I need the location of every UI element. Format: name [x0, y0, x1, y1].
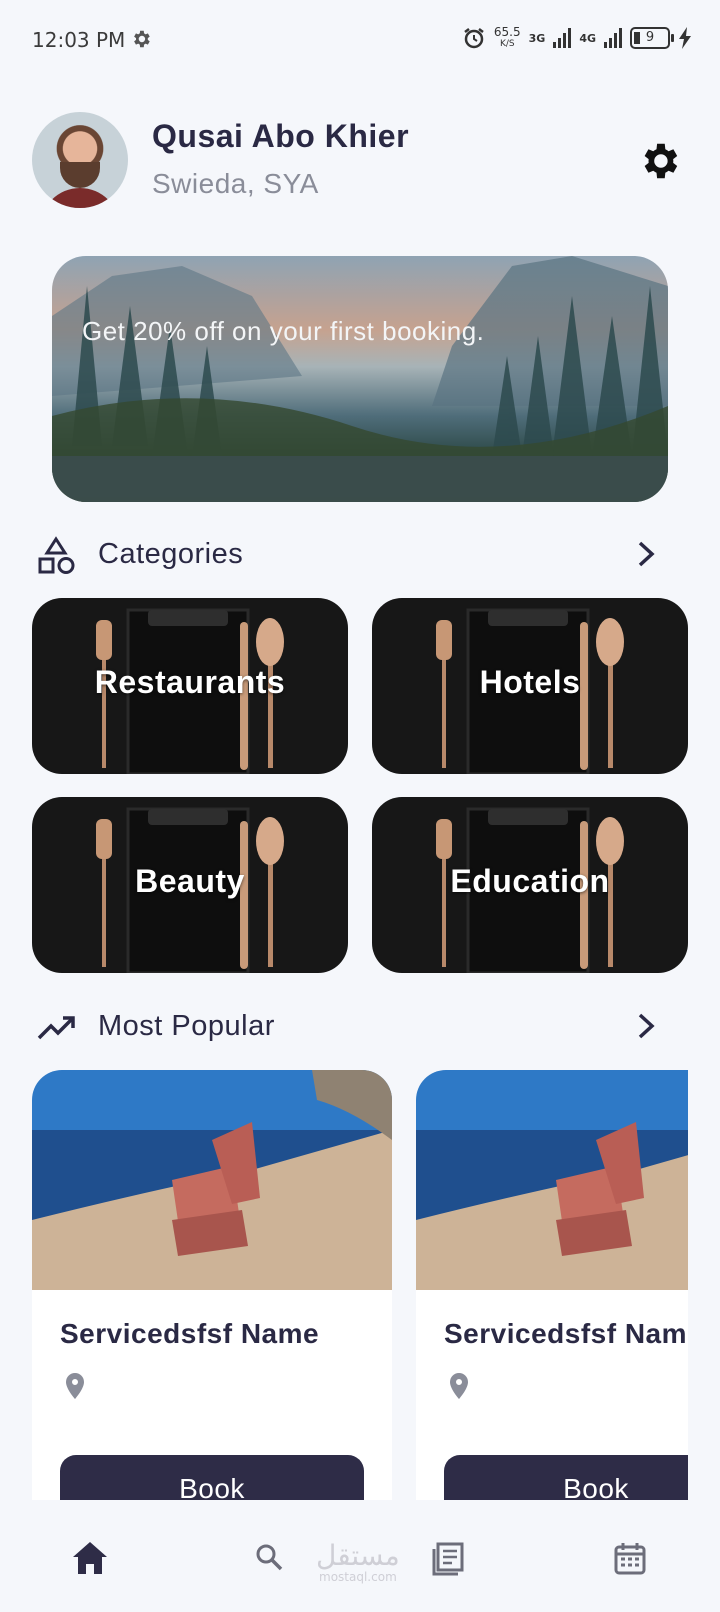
network-speed: 65.5 K/S: [493, 25, 521, 49]
home-icon[interactable]: [70, 1538, 110, 1578]
avatar[interactable]: [32, 112, 128, 208]
settings-button[interactable]: [636, 138, 682, 184]
category-beauty[interactable]: Beauty: [32, 797, 348, 973]
most-popular-header: Most Popular: [32, 1000, 688, 1050]
book-button[interactable]: Book: [60, 1455, 364, 1502]
category-label: Beauty: [135, 863, 245, 899]
status-time: 12:03 PM: [32, 28, 126, 52]
charging-icon: [679, 27, 691, 49]
service-name: Servicedsfsf Name: [60, 1318, 320, 1349]
status-bar: 12:03 PM 65.5 K/S 3G 4G 9: [0, 0, 720, 80]
categories-header: Categories: [32, 528, 688, 578]
profile-location: Swieda, SYA: [152, 168, 319, 199]
service-card[interactable]: Servicedsfsf Name Book: [32, 1070, 392, 1502]
shapes-icon: [38, 536, 75, 574]
categories-title: Categories: [98, 538, 244, 570]
popular-list[interactable]: Servicedsfsf Name Book Servicedsfsf Name…: [32, 1070, 688, 1502]
signal-icon: [553, 28, 572, 48]
location-pin-icon: [66, 1373, 84, 1399]
battery-icon: 9: [630, 27, 674, 49]
settings-icon: [134, 30, 150, 48]
search-icon[interactable]: [250, 1538, 290, 1578]
category-hotels[interactable]: Hotels: [372, 598, 688, 774]
news-icon[interactable]: [430, 1538, 470, 1578]
category-label: Education: [450, 863, 610, 899]
network-4g-label: 4G: [579, 31, 596, 45]
promo-text: Get 20% off on your first booking.: [82, 316, 485, 346]
signal-icon: [604, 28, 622, 48]
category-restaurants[interactable]: Restaurants: [32, 598, 348, 774]
most-popular-title: Most Popular: [98, 1010, 275, 1042]
banner-landscape-image: [52, 256, 668, 502]
bottom-navigation: مستقل mostaql.com: [0, 1500, 720, 1612]
trending-up-icon: [37, 1016, 75, 1040]
calendar-icon[interactable]: [610, 1538, 650, 1578]
service-name: Servicedsfsf Name: [444, 1318, 688, 1349]
service-image: [32, 1070, 392, 1290]
category-label: Restaurants: [94, 664, 286, 700]
chevron-right-icon[interactable]: [634, 1012, 658, 1040]
category-education[interactable]: Education: [372, 797, 688, 973]
network-3g-label: 3G: [528, 31, 546, 45]
category-label: Hotels: [479, 664, 581, 700]
location-pin-icon: [450, 1373, 468, 1399]
book-button[interactable]: Book: [444, 1455, 688, 1502]
chevron-right-icon[interactable]: [634, 540, 658, 568]
service-image: [416, 1070, 688, 1290]
alarm-icon: [464, 28, 484, 49]
watermark: مستقل mostaql.com: [316, 1539, 400, 1585]
service-card[interactable]: Servicedsfsf Name Book: [416, 1070, 688, 1502]
promo-banner[interactable]: Get 20% off on your first booking.: [52, 256, 668, 502]
profile-name: Qusai Abo Khier: [152, 118, 410, 154]
